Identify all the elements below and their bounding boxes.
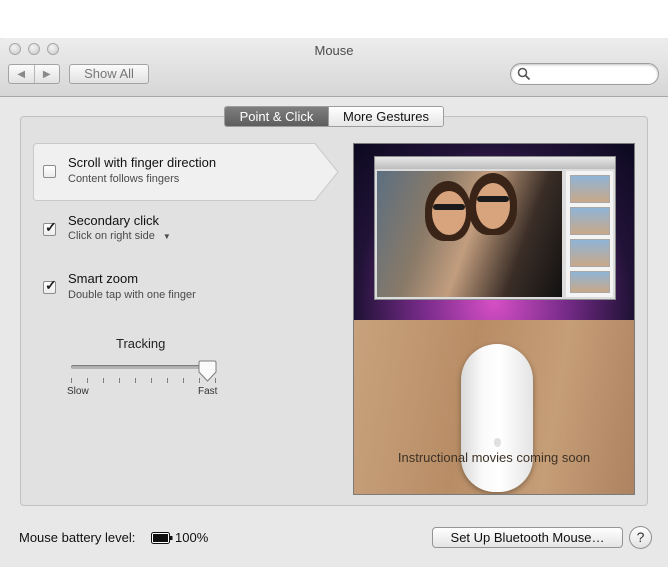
movie-caption: Instructional movies coming soon (397, 450, 591, 465)
tracking-slider-knob[interactable] (198, 360, 217, 382)
setup-bluetooth-mouse-button[interactable]: Set Up Bluetooth Mouse… (432, 527, 623, 548)
slider-tick-mark (183, 378, 184, 383)
slider-tick-mark (135, 378, 136, 383)
secondary-click-description: Click on right side (68, 230, 155, 242)
back-button[interactable]: ◀ (9, 65, 34, 83)
apple-logo-icon (494, 438, 501, 447)
smart-zoom-description: Double tap with one finger (68, 289, 196, 301)
tracking-slider-track[interactable] (71, 365, 215, 369)
photo-thumbnails (566, 171, 613, 297)
instructional-movie-preview: Instructional movies coming soon (353, 143, 635, 495)
desktop-background (0, 0, 668, 38)
show-all-button[interactable]: Show All (69, 64, 149, 84)
forward-button[interactable]: ▶ (33, 65, 60, 83)
battery-level-value: 100% (175, 530, 209, 545)
battery-level-label: Mouse battery level: (19, 530, 136, 545)
photo-image (377, 171, 562, 297)
smart-zoom-label: Smart zoom (68, 271, 139, 286)
slider-tick-mark (151, 378, 152, 383)
checkmark-icon: ✓ (45, 219, 57, 235)
help-button[interactable]: ? (629, 526, 652, 549)
tab-point-and-click[interactable]: Point & Click (225, 107, 328, 126)
photo-app-window (374, 156, 616, 300)
checkmark-icon: ✓ (45, 277, 57, 293)
secondary-click-label: Secondary click (68, 213, 160, 228)
tab-more-gestures[interactable]: More Gestures (328, 107, 443, 126)
slider-tick-mark (119, 378, 120, 383)
search-field[interactable] (510, 63, 659, 85)
slider-tick-mark (71, 378, 72, 383)
window-title: Mouse (314, 43, 354, 58)
secondary-click-checkbox[interactable]: ✓ (43, 219, 57, 236)
slider-tick-mark (87, 378, 88, 383)
slider-tick-mark (103, 378, 104, 383)
search-input[interactable] (533, 66, 651, 82)
mouse-demo-scene (354, 320, 634, 494)
desktop-screenshot (354, 144, 634, 320)
chevron-down-icon: ▼ (162, 232, 171, 241)
scroll-direction-description: Content follows fingers (68, 173, 180, 185)
scroll-direction-checkbox[interactable] (43, 165, 56, 178)
slider-tick-mark (167, 378, 168, 383)
tab-control: Point & Click More Gestures (224, 106, 444, 127)
forward-arrow-icon: ▶ (42, 68, 51, 80)
smart-zoom-checkbox[interactable]: ✓ (43, 277, 57, 294)
back-arrow-icon: ◀ (17, 68, 26, 80)
search-icon (517, 67, 531, 81)
secondary-click-setting-dropdown[interactable]: Click on right side ▼ (68, 230, 171, 242)
scroll-direction-label: Scroll with finger direction (68, 155, 217, 170)
battery-icon (151, 532, 173, 544)
tracking-max-label: Fast (198, 386, 218, 397)
history-navigation: ◀ ▶ (8, 64, 60, 84)
tracking-min-label: Slow (67, 386, 89, 397)
magic-mouse-image (461, 344, 533, 492)
tracking-title: Tracking (116, 336, 166, 351)
selected-option-highlight (33, 143, 339, 201)
